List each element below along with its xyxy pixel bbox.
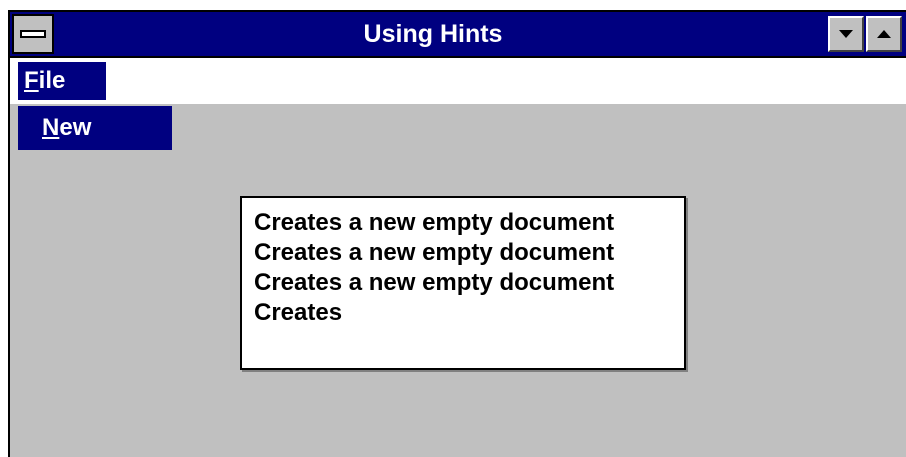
maximize-button[interactable]	[866, 16, 902, 52]
hint-popup: Creates a new empty document Creates a n…	[240, 196, 686, 370]
menu-item-new[interactable]: New	[18, 106, 172, 150]
menu-new-label: ew	[59, 114, 92, 141]
menu-file[interactable]: File	[18, 62, 106, 100]
system-menu-icon	[20, 30, 46, 38]
triangle-up-icon	[877, 30, 891, 38]
menu-bar: File	[10, 58, 906, 104]
file-dropdown-menu: New	[18, 106, 172, 150]
menu-file-label: ile	[38, 67, 66, 94]
menu-file-accelerator: F	[24, 67, 39, 94]
menu-new-accelerator: N	[42, 114, 60, 141]
triangle-down-icon	[839, 30, 853, 38]
window-title: Using Hints	[363, 20, 503, 48]
title-bar[interactable]: Using Hints	[10, 12, 906, 58]
minimize-button[interactable]	[828, 16, 864, 52]
app-window: Using Hints File New Creates a new empty…	[8, 10, 906, 457]
hint-text: Creates a new empty document Creates a n…	[254, 209, 615, 326]
system-menu-button[interactable]	[12, 14, 54, 54]
